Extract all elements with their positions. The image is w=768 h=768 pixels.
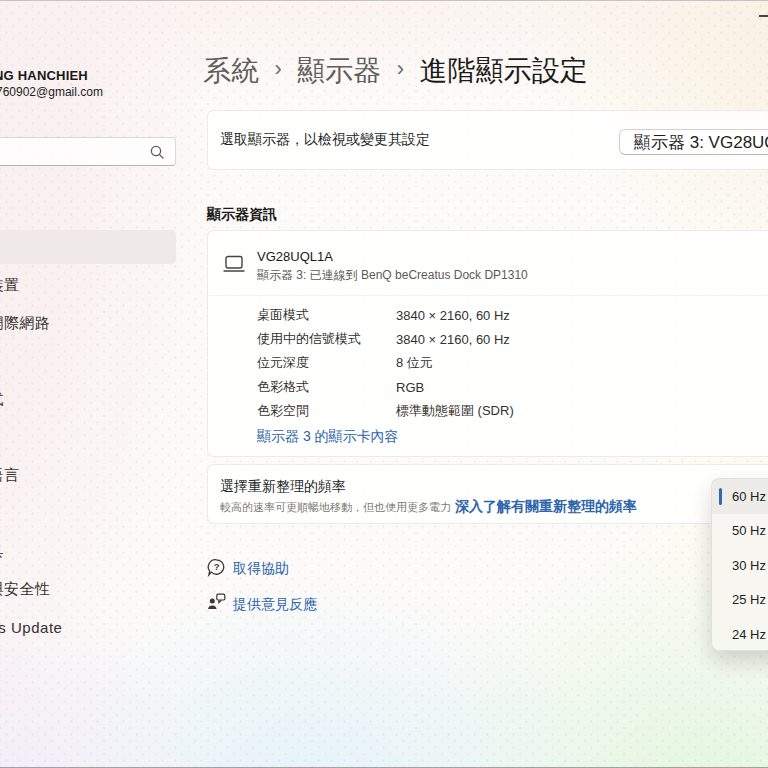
- sidebar-nav: 系統 藍牙與裝置 網路和網際網路 個人化 應用程式 帳戶 時間與語言 遊戲 協助…: [0, 230, 176, 648]
- detail-row-desktop-mode: 桌面模式3840 × 2160, 60 Hz: [257, 303, 514, 327]
- refresh-rate-title: 選擇重新整理的頻率: [220, 478, 346, 496]
- minimize-button[interactable]: [759, 15, 768, 17]
- sidebar-item-accounts[interactable]: 帳戶: [0, 420, 176, 454]
- window-top-border: [0, 0, 768, 1]
- breadcrumb-separator-icon-2: ›: [397, 56, 404, 82]
- display-adapter-link[interactable]: 顯示器 3 的顯示卡內容: [257, 428, 399, 446]
- account-email: 760902@gmail.com: [0, 85, 103, 99]
- detail-row-signal-mode: 使用中的信號模式3840 × 2160, 60 Hz: [257, 327, 514, 351]
- sidebar-item-bluetooth-devices[interactable]: 藍牙與裝置: [0, 268, 176, 302]
- refresh-rate-dropdown-menu: 60 Hz 50 Hz 30 Hz 25 Hz 24 Hz: [711, 478, 768, 651]
- card-divider: [208, 295, 768, 296]
- refresh-option-25hz[interactable]: 25 Hz: [712, 583, 768, 618]
- detail-row-color-format: 色彩格式RGB: [257, 375, 514, 399]
- get-help-icon: ?: [207, 558, 226, 577]
- feedback-icon: [207, 592, 226, 611]
- account-name: NG HANCHIEH: [0, 68, 88, 83]
- feedback-link[interactable]: 提供意見反應: [233, 596, 317, 614]
- display-select-dropdown[interactable]: 顯示器 3: VG28UQL1A: [619, 129, 768, 155]
- sidebar-item-personalization[interactable]: 個人化: [0, 344, 176, 378]
- select-display-card: 選取顯示器，以檢視或變更其設定 顯示器 3: VG28UQL1A: [207, 110, 768, 170]
- breadcrumb-system[interactable]: 系統: [203, 52, 259, 90]
- sidebar-item-apps[interactable]: 應用程式: [0, 382, 176, 416]
- display-detail-rows: 桌面模式3840 × 2160, 60 Hz 使用中的信號模式3840 × 21…: [257, 303, 514, 423]
- breadcrumb-separator-icon: ›: [275, 56, 282, 82]
- sidebar-item-privacy-security[interactable]: 隱私權與安全性: [0, 572, 176, 606]
- refresh-option-24hz[interactable]: 24 Hz: [712, 617, 768, 651]
- svg-text:?: ?: [214, 561, 220, 572]
- page-title: 進階顯示設定: [420, 52, 588, 90]
- refresh-option-50hz[interactable]: 50 Hz: [712, 514, 768, 549]
- sidebar-item-gaming[interactable]: 遊戲: [0, 496, 176, 530]
- detail-row-bit-depth: 位元深度8 位元: [257, 351, 514, 375]
- refresh-rate-description: 較高的速率可更順暢地移動，但也使用更多電力深入了解有關重新整理的頻率: [220, 498, 637, 516]
- sidebar-item-windows-update[interactable]: Windows Update: [0, 610, 176, 644]
- selected-accent-bar: [719, 488, 722, 505]
- refresh-option-30hz[interactable]: 30 Hz: [712, 548, 768, 583]
- display-info-card: VG28UQL1A 顯示器 3: 已連線到 BenQ beCreatus Doc…: [207, 230, 768, 457]
- search-input[interactable]: [0, 137, 176, 166]
- monitor-status: 顯示器 3: 已連線到 BenQ beCreatus Dock DP1310: [257, 267, 528, 284]
- refresh-option-60hz[interactable]: 60 Hz: [712, 479, 768, 514]
- detail-row-color-space: 色彩空間標準動態範圍 (SDR): [257, 399, 514, 423]
- monitor-icon: [223, 255, 245, 273]
- monitor-name: VG28UQL1A: [257, 249, 333, 264]
- section-title-display-info: 顯示器資訊: [207, 206, 277, 224]
- sidebar-item-network-internet[interactable]: 網路和網際網路: [0, 306, 176, 340]
- sidebar-item-system[interactable]: 系統: [0, 230, 176, 264]
- breadcrumb: 系統 › 顯示器 › 進階顯示設定: [203, 52, 588, 90]
- select-display-label: 選取顯示器，以檢視或變更其設定: [220, 111, 430, 169]
- search-icon: [150, 145, 164, 159]
- breadcrumb-display[interactable]: 顯示器: [297, 52, 381, 90]
- get-help-link[interactable]: 取得協助: [233, 560, 289, 578]
- sidebar-item-accessibility[interactable]: 協助工具: [0, 534, 176, 568]
- sidebar-item-time-language[interactable]: 時間與語言: [0, 458, 176, 492]
- refresh-rate-card: 選擇重新整理的頻率 較高的速率可更順暢地移動，但也使用更多電力深入了解有關重新整…: [207, 464, 768, 524]
- learn-more-link[interactable]: 深入了解有關重新整理的頻率: [455, 498, 637, 514]
- settings-window: NG HANCHIEH 760902@gmail.com 系統 藍牙與裝置 網路…: [0, 0, 768, 768]
